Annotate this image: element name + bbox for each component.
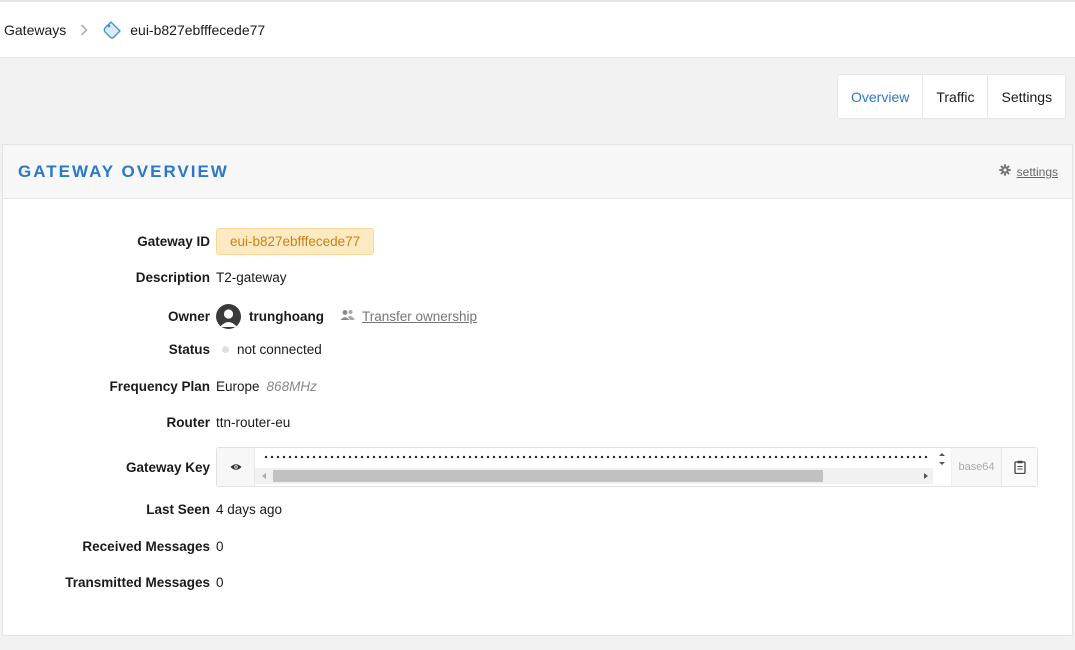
- gateway-id-badge: eui-b827ebfffecede77: [216, 228, 375, 255]
- row-received-messages: Received Messages 0: [3, 539, 1074, 554]
- status-label: Status: [168, 342, 210, 357]
- router-value: ttn-router-eu: [216, 415, 291, 430]
- router-label: Router: [166, 415, 211, 430]
- breadcrumb-gateways-link[interactable]: Gateways: [4, 22, 66, 38]
- transfer-ownership-link[interactable]: Transfer ownership: [362, 309, 477, 324]
- frequency-plan-value-wrap: Europe 868MHz: [216, 379, 317, 394]
- received-messages-label: Received Messages: [82, 539, 210, 554]
- masked-key-dots: [263, 454, 929, 460]
- row-gateway-key: Gateway Key base64: [3, 447, 1074, 487]
- breadcrumb: Gateways eui-b827ebfffecede77: [0, 0, 1075, 58]
- transmitted-messages-value: 0: [216, 575, 224, 590]
- users-icon: [340, 309, 355, 324]
- vertical-scrollbar[interactable]: [935, 450, 949, 468]
- breadcrumb-current-gateway: eui-b827ebfffecede77: [130, 21, 266, 38]
- row-frequency-plan: Frequency Plan Europe 868MHz: [3, 379, 1074, 394]
- owner-label: Owner: [167, 309, 210, 324]
- tab-traffic[interactable]: Traffic: [922, 75, 987, 118]
- description-label: Description: [135, 270, 210, 285]
- settings-link[interactable]: settings: [1017, 165, 1058, 179]
- row-gateway-id: Gateway ID eui-b827ebfffecede77: [3, 228, 1074, 255]
- status-value-wrap: not connected: [216, 342, 322, 357]
- frequency-plan-value: Europe: [216, 379, 260, 394]
- row-transmitted-messages: Transmitted Messages 0: [3, 575, 1074, 590]
- eye-icon[interactable]: [217, 448, 255, 486]
- gateway-overview-card: GATEWAY OVERVIEW settings Gateway ID eui…: [2, 144, 1073, 636]
- frequency-plan-label: Frequency Plan: [109, 379, 210, 394]
- tab-settings[interactable]: Settings: [987, 75, 1065, 118]
- horizontal-scrollbar[interactable]: [255, 468, 933, 484]
- transfer-ownership: Transfer ownership: [340, 309, 477, 324]
- gear-icon: [998, 164, 1011, 179]
- gateway-key-label: Gateway Key: [125, 459, 210, 475]
- gateway-tabs: Overview Traffic Settings: [837, 74, 1067, 119]
- last-seen-value: 4 days ago: [216, 502, 283, 517]
- row-router: Router ttn-router-eu: [3, 415, 1074, 430]
- row-description: Description T2-gateway: [3, 270, 1074, 285]
- gateway-key-input[interactable]: [255, 448, 951, 486]
- tab-overview[interactable]: Overview: [838, 75, 922, 118]
- scrollbar-thumb[interactable]: [273, 470, 823, 482]
- card-settings: settings: [998, 164, 1058, 179]
- card-header: GATEWAY OVERVIEW settings: [3, 145, 1072, 199]
- avatar: [216, 304, 241, 329]
- transmitted-messages-label: Transmitted Messages: [65, 575, 210, 590]
- gateway-tag-icon: [102, 20, 122, 40]
- received-messages-value: 0: [216, 539, 224, 554]
- clipboard-icon[interactable]: [1001, 448, 1037, 486]
- last-seen-label: Last Seen: [146, 502, 210, 517]
- card-title: GATEWAY OVERVIEW: [18, 161, 229, 181]
- owner-name: trunghoang: [249, 309, 324, 324]
- status-dot-icon: [222, 346, 229, 353]
- chevron-right-icon: [80, 24, 88, 36]
- row-last-seen: Last Seen 4 days ago: [3, 502, 1074, 517]
- frequency-plan-detail: 868MHz: [266, 379, 317, 394]
- gateway-id-label: Gateway ID: [137, 234, 210, 249]
- key-format-toggle[interactable]: base64: [951, 448, 1001, 486]
- row-owner: Owner trunghoang Transfer ownership: [3, 304, 1074, 329]
- row-status: Status not connected: [3, 342, 1074, 357]
- owner-value: trunghoang Transfer ownership: [216, 304, 477, 329]
- description-value: T2-gateway: [216, 270, 287, 285]
- status-value: not connected: [237, 342, 322, 357]
- gateway-key-field: base64: [216, 447, 1038, 487]
- gateway-id-value-wrap: eui-b827ebfffecede77: [216, 228, 375, 255]
